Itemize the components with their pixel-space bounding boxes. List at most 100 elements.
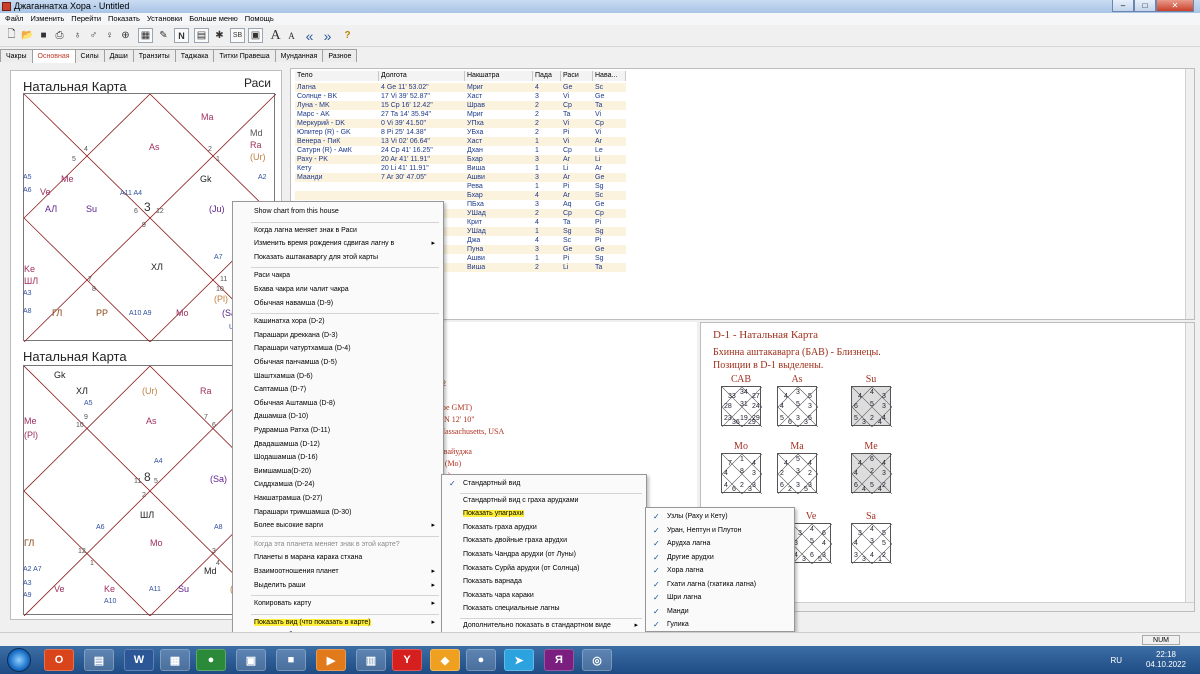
star-icon[interactable]: ✱: [212, 28, 227, 43]
sb-icon[interactable]: SB: [230, 28, 245, 43]
compare-icon[interactable]: ♀: [102, 28, 117, 43]
menu-view[interactable]: Показать: [108, 13, 140, 25]
globe-icon[interactable]: ⊕: [118, 28, 133, 43]
col-pada[interactable]: Пада: [533, 71, 561, 81]
table-row[interactable]: Кету 20 Li 41' 11.91" Виша 1 Li Ar: [295, 164, 626, 173]
context-menu-item[interactable]: Когда лагна меняет знак в Раси: [233, 225, 443, 237]
table-row[interactable]: Венера - ПиК 13 Vi 02' 06.64" Хаст 1 Vi Ar: [295, 137, 626, 146]
tab-chakras[interactable]: Чакры: [0, 49, 33, 62]
app-icon-7[interactable]: ▥: [356, 649, 386, 671]
view-submenu-item[interactable]: Показать граха арудхи: [442, 522, 646, 534]
context-menu-item[interactable]: Парашари тримшамша (D-30): [233, 507, 443, 519]
context-menu-item[interactable]: Планеты в марана карака стхана: [233, 552, 443, 564]
context-menu-item[interactable]: Двадашамша (D-12): [233, 439, 443, 451]
context-menu-item[interactable]: Рудрамша Ратха (D-11): [233, 425, 443, 437]
data-icon[interactable]: ♁: [70, 28, 85, 43]
tab-tajaka[interactable]: Таджака: [174, 49, 215, 62]
view-submenu-item[interactable]: Показать специальные лагны: [442, 603, 646, 615]
context-menu-item[interactable]: Когда эта планета меняет знак в этой кар…: [233, 539, 443, 551]
clock[interactable]: 22:18 04.10.2022: [1146, 650, 1186, 670]
app-icon-3[interactable]: ●: [196, 649, 226, 671]
chart-icon[interactable]: ▦: [138, 28, 153, 43]
minimize-button[interactable]: –: [1112, 0, 1134, 12]
print-icon[interactable]: ⎙: [52, 28, 67, 43]
extra-display-item[interactable]: ✓ Узлы (Раху и Кету): [646, 511, 794, 523]
app-icon-9[interactable]: ●: [466, 649, 496, 671]
extra-display-item[interactable]: ✓ Хора лагна: [646, 565, 794, 577]
col-longitude[interactable]: Долгота: [379, 71, 465, 81]
context-menu-item[interactable]: Бхава чакра или чалит чакра: [233, 284, 443, 296]
pencil-icon[interactable]: ✎: [156, 28, 171, 43]
context-menu-item[interactable]: Накшатрамша (D-27): [233, 493, 443, 505]
grid-icon[interactable]: ▤: [194, 28, 209, 43]
bav-vscroll[interactable]: [1185, 323, 1194, 611]
context-menu-item[interactable]: Более высокие варги ▸: [233, 520, 443, 532]
yandex-icon[interactable]: Y: [392, 649, 422, 671]
col-navamsa[interactable]: Нава...: [593, 71, 626, 81]
context-menu-item[interactable]: Шодашамша (D-16): [233, 452, 443, 464]
view-submenu-item[interactable]: Показать чара караки: [442, 590, 646, 602]
col-nakshatra[interactable]: Накшатра: [465, 71, 533, 81]
prev-button[interactable]: «: [302, 28, 317, 44]
extra-display-item[interactable]: ✓ Шри лагна: [646, 592, 794, 604]
col-body[interactable]: Тело: [295, 71, 379, 81]
table-vscroll[interactable]: [1185, 69, 1194, 319]
folder-icon[interactable]: ▤: [84, 649, 114, 671]
extra-display-item[interactable]: ✓ Другие арудхи: [646, 552, 794, 564]
context-menu-item[interactable]: Показать вид (что показать в карте) ▸: [233, 617, 443, 629]
menu-more[interactable]: Больше меню: [189, 13, 238, 25]
menu-edit[interactable]: Изменить: [30, 13, 64, 25]
table-row[interactable]: Марс - AK 27 Ta 14' 35.94" Мриг 2 Ta Vi: [295, 110, 626, 119]
col-rasi[interactable]: Раси: [561, 71, 593, 81]
view-submenu-item[interactable]: Показать двойные граха арудхи: [442, 535, 646, 547]
context-menu-item[interactable]: Взаимоотношения планет ▸: [233, 566, 443, 578]
transit-icon[interactable]: ♂: [86, 28, 101, 43]
start-button[interactable]: [7, 648, 31, 672]
word-icon[interactable]: W: [124, 649, 154, 671]
table-row[interactable]: Юпитер (R) - GK 8 Pi 25' 14.38" УБха 2 Pi Vi: [295, 128, 626, 137]
bav-mini-chart[interactable]: 34545353563: [777, 386, 818, 427]
open-folder-icon[interactable]: 📂: [20, 28, 35, 43]
context-menu-item[interactable]: Сиддхамша (D-24): [233, 479, 443, 491]
app-icon-6[interactable]: ▶: [316, 649, 346, 671]
telegram-icon[interactable]: ➤: [504, 649, 534, 671]
app-icon-5[interactable]: ■: [276, 649, 306, 671]
context-menu-item[interactable]: Вимшамша(D-20): [233, 466, 443, 478]
view-submenu-item[interactable]: Показать упаграхи: [442, 508, 646, 520]
tab-mundane[interactable]: Мунданная: [274, 49, 324, 62]
bav-mini-chart[interactable]: 34 33 27 28 31 24 23 19 29 36 29: [721, 386, 762, 427]
language-indicator[interactable]: RU: [1110, 656, 1122, 665]
context-menu-item[interactable]: Выделить раши ▸: [233, 580, 443, 592]
bav-mini-chart[interactable]: 44365352434: [851, 386, 892, 427]
app-icon-8[interactable]: ◆: [430, 649, 460, 671]
context-menu-item[interactable]: Кашинатха хора (D-2): [233, 316, 443, 328]
tab-strengths[interactable]: Силы: [74, 49, 105, 62]
window-icon[interactable]: ▣: [248, 28, 263, 43]
font-larger-button[interactable]: A: [268, 28, 283, 43]
save-icon[interactable]: ■: [36, 28, 51, 43]
context-menu-item[interactable]: Раси чакра: [233, 270, 443, 282]
bav-mini-chart[interactable]: 54423263325: [777, 453, 818, 494]
context-menu-item[interactable]: Копировать карту ▸: [233, 598, 443, 610]
extra-display-item[interactable]: ✓ Уран, Нептун и Плутон: [646, 525, 794, 537]
menu-settings[interactable]: Установки: [147, 13, 182, 25]
context-menu-item[interactable]: Саптамша (D-7): [233, 384, 443, 396]
font-smaller-button[interactable]: A: [284, 28, 299, 43]
context-menu-item[interactable]: Показать аштакаваргу для этой карты: [233, 252, 443, 264]
menu-go[interactable]: Перейти: [71, 13, 101, 25]
view-submenu-item[interactable]: Показать Чандра арудхи (от Луны): [442, 549, 646, 561]
tab-tithi-pravesha[interactable]: Титхи Правеша: [213, 49, 276, 62]
context-menu-item[interactable]: Обычная Аштамша (D-8): [233, 398, 443, 410]
tab-dashas[interactable]: Даши: [103, 49, 134, 62]
opera-icon[interactable]: O: [44, 649, 74, 671]
table-row[interactable]: Бхар 4 Ar Sc: [295, 191, 626, 200]
view-submenu-item[interactable]: Показать варнада: [442, 576, 646, 588]
tab-main[interactable]: Основная: [31, 49, 76, 63]
extra-display-item[interactable]: ✓ Манди: [646, 606, 794, 618]
app-icon-4[interactable]: ▣: [236, 649, 266, 671]
table-row[interactable]: Маанди 7 Ar 30' 47.05" Ашви 3 Ar Ge: [295, 173, 626, 182]
help-button[interactable]: ?: [340, 28, 355, 43]
n-icon[interactable]: N: [174, 28, 189, 43]
menu-file[interactable]: Файл: [5, 13, 23, 25]
context-menu-item[interactable]: Изменить время рождения сдвигая лагну в ▸: [233, 238, 443, 250]
